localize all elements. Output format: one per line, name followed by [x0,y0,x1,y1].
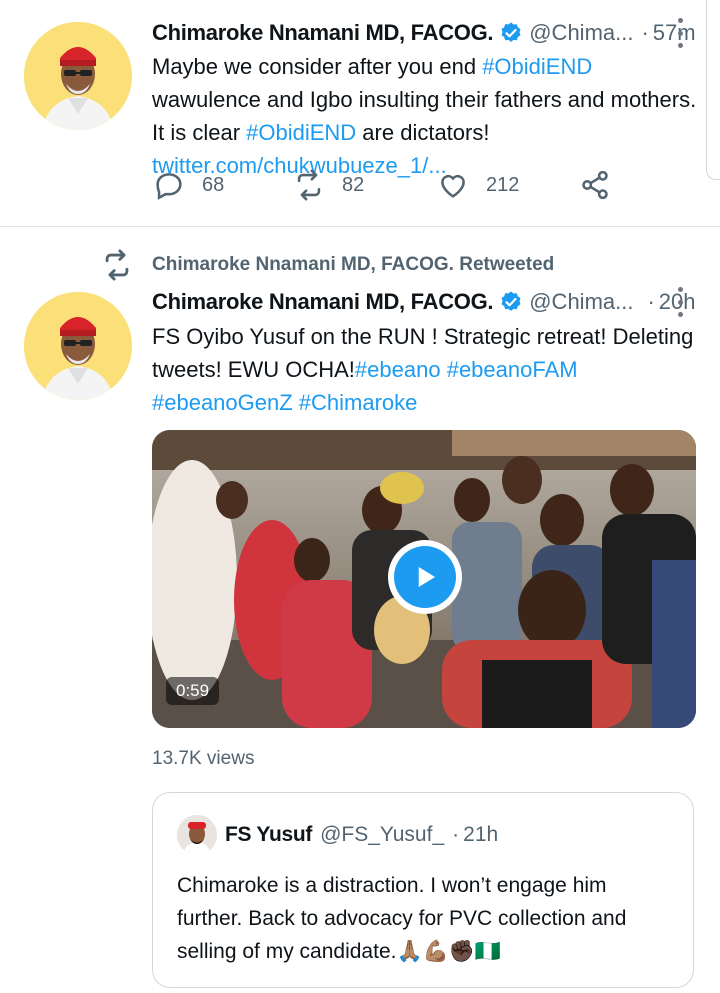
tweet-divider [0,226,720,227]
retweet-button[interactable]: 82 [292,168,364,202]
author-handle[interactable]: @Chima... [529,289,633,315]
avatar[interactable] [24,292,132,400]
tweet-text-segment: Maybe we consider after you end [152,54,483,79]
reply-icon [156,173,182,200]
avatar[interactable] [24,22,132,130]
separator-dot: · [452,823,460,846]
separator-dot: · [641,20,649,45]
tweet-text: Maybe we consider after you end #ObidiEN… [152,50,700,182]
play-icon [418,567,435,587]
quoted-author-name[interactable]: FS Yusuf [225,823,312,847]
like-count: 212 [486,173,520,196]
hashtag-link[interactable]: #ObidiEND [246,120,356,145]
author-name[interactable]: Chimaroke Nnamani MD, FACOG. [152,289,494,315]
retweeted-by[interactable]: Chimaroke Nnamani MD, FACOG. Retweeted [100,248,554,282]
retweet-count: 82 [342,173,365,196]
verified-badge-icon [499,21,523,45]
tweet-text: FS Oyibo Yusuf on the RUN ! Strategic re… [152,320,700,419]
retweeted-label: Chimaroke Nnamani MD, FACOG. Retweeted [152,254,555,275]
quoted-author-handle[interactable]: @FS_Yusuf_ [320,823,444,847]
share-button[interactable] [578,168,628,202]
reply-button[interactable]: 68 [152,168,224,202]
play-button[interactable] [388,540,462,614]
view-count: 13.7K views [152,748,255,769]
quoted-tweet[interactable]: FS Yusuf @FS_Yusuf_ · 21h Chimaroke is a… [152,792,694,988]
video-player[interactable]: 0:59 [152,430,696,728]
hashtag-link[interactable]: #ObidiEND [482,54,592,79]
like-button[interactable]: 212 [436,168,519,202]
retweet-icon [105,249,129,281]
tweet-1[interactable]: Chimaroke Nnamani MD, FACOG. @Chima... ·… [0,0,720,226]
hashtag-link[interactable]: #ebeano [355,357,441,382]
quoted-timestamp[interactable]: 21h [463,823,498,847]
tweet-header: Chimaroke Nnamani MD, FACOG. @Chima... ·… [152,282,696,322]
reply-count: 68 [202,173,225,196]
separator-dot: · [647,289,655,314]
more-options-icon[interactable] [670,18,690,48]
hashtag-link[interactable]: #ebeanoFAM [447,357,578,382]
hashtag-link[interactable]: #ebeanoGenZ [152,390,293,415]
verified-badge-icon [499,290,523,314]
quoted-text: Chimaroke is a distraction. I won’t enga… [177,874,627,963]
quoted-avatar[interactable] [177,815,217,855]
quoted-header: FS Yusuf @FS_Yusuf_ · 21h [225,817,498,853]
share-icon [582,170,608,200]
more-options-icon[interactable] [670,287,690,317]
hashtag-link[interactable]: #Chimaroke [299,390,418,415]
tweet-text-segment: are dictators! [356,120,490,145]
tweet-actions: 68 82 212 [152,168,632,206]
tweet-header: Chimaroke Nnamani MD, FACOG. @Chima... ·… [152,13,696,53]
author-name[interactable]: Chimaroke Nnamani MD, FACOG. [152,20,494,46]
video-duration: 0:59 [166,677,220,705]
heart-icon [441,174,465,198]
author-handle[interactable]: @Chima... [529,20,633,46]
retweet-icon [297,169,321,201]
